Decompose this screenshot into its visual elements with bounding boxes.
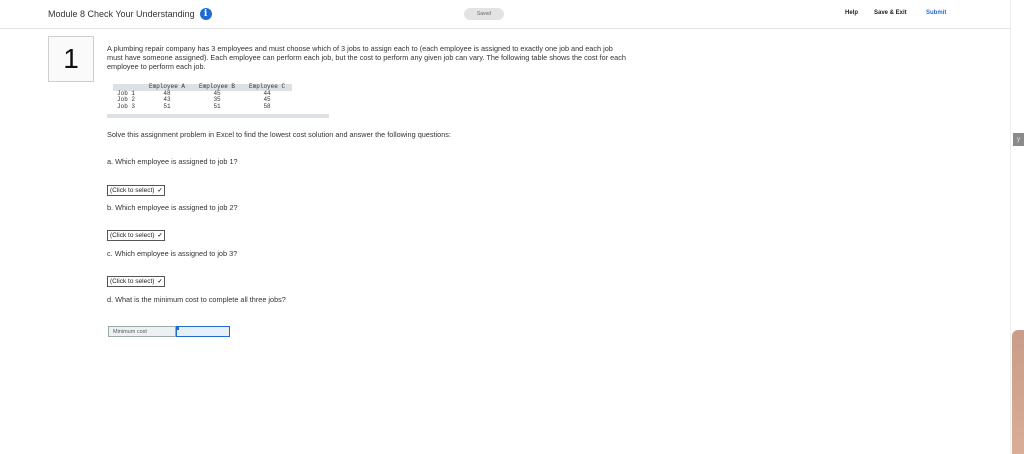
- input-focus-marker: [177, 327, 179, 330]
- help-button[interactable]: Help: [845, 10, 858, 16]
- info-icon[interactable]: i: [199, 8, 212, 20]
- chevron-down-icon: ✓: [157, 233, 163, 239]
- top-header: Module 8 Check Your Understanding i Save…: [0, 0, 1010, 29]
- part-a-label: a. Which employee is assigned to job 1?: [107, 157, 238, 166]
- table-cell: 51: [213, 102, 221, 110]
- saved-status-badge: Saved: [464, 8, 504, 20]
- chevron-down-icon: ✓: [157, 188, 163, 194]
- part-a-select[interactable]: (Click to select) ✓: [107, 185, 166, 196]
- part-d-label: d. What is the minimum cost to complete …: [107, 295, 286, 304]
- table-row: Job 3 51 51 58: [113, 102, 292, 111]
- submit-button[interactable]: Submit: [926, 10, 946, 16]
- minimum-cost-input[interactable]: [176, 326, 230, 337]
- part-a-select-value: (Click to select): [110, 187, 155, 194]
- webcam-hand-overlay: [1012, 330, 1024, 454]
- part-c-label: c. Which employee is assigned to job 3?: [107, 249, 238, 258]
- save-exit-button[interactable]: Save & Exit: [874, 10, 907, 16]
- table-cell: 51: [163, 102, 171, 110]
- part-b-select-value: (Click to select): [110, 232, 155, 239]
- cost-table: Employee A Employee B Employee C Job 1 4…: [113, 83, 293, 111]
- page-title: Module 8 Check Your Understanding i: [48, 8, 212, 20]
- assignment-title: Module 8 Check Your Understanding: [48, 9, 195, 19]
- question-number: 1: [48, 36, 94, 82]
- table-cell: Job 3: [117, 102, 136, 110]
- chevron-down-icon: ✓: [157, 279, 163, 285]
- part-b-label: b. Which employee is assigned to job 2?: [107, 203, 238, 212]
- table-cell: 58: [263, 102, 271, 110]
- part-b-select[interactable]: (Click to select) ✓: [107, 230, 166, 241]
- part-c-select[interactable]: (Click to select) ✓: [107, 276, 166, 287]
- instruction-text: Solve this assignment problem in Excel t…: [107, 130, 451, 139]
- part-c-select-value: (Click to select): [110, 278, 155, 285]
- table-bottom-bar: [107, 114, 329, 118]
- side-tab[interactable]: y: [1013, 133, 1024, 146]
- minimum-cost-label: Minimum cost: [108, 326, 176, 337]
- question-text: A plumbing repair company has 3 employee…: [107, 44, 626, 71]
